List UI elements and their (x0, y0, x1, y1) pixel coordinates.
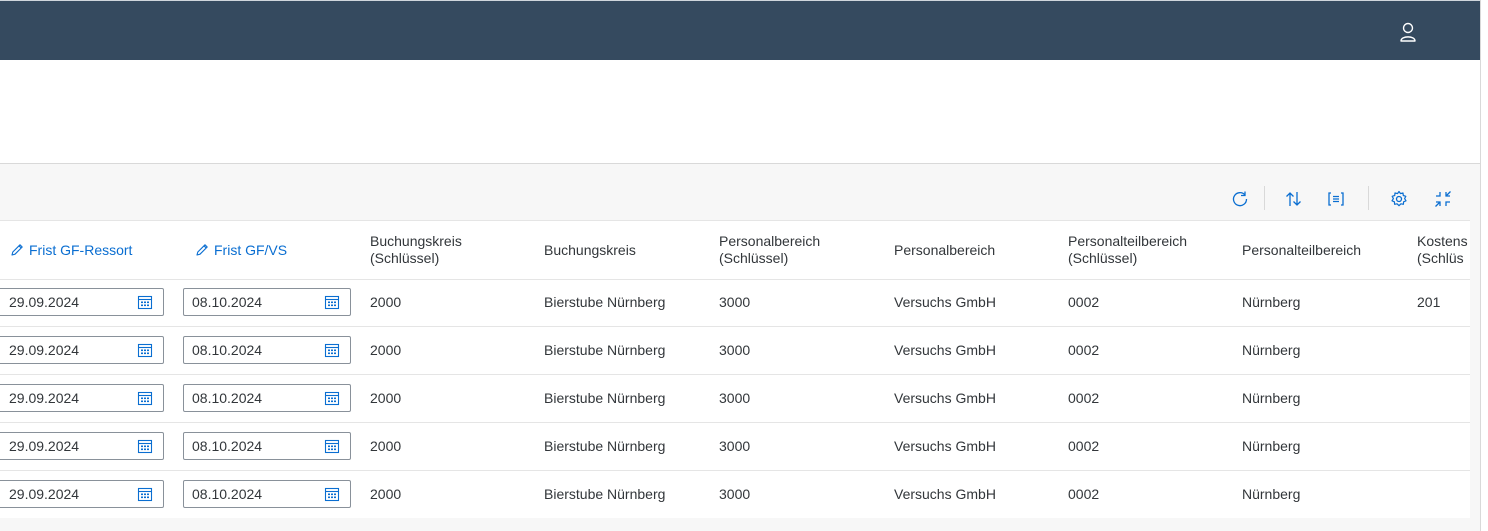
cell-persbereich: Versuchs GmbH (894, 294, 996, 310)
table-row[interactable]: 29.09.2024 08.10.2024 2000 Bierstube Nürnbe… (0, 278, 1470, 327)
calendar-icon[interactable] (137, 438, 153, 454)
date-value[interactable]: 29.09.2024 (0, 390, 137, 406)
frist-gf-vs-input[interactable]: 08.10.2024 (183, 384, 351, 412)
person-icon[interactable] (1393, 20, 1423, 44)
column-header-label: Personalbereich (894, 241, 996, 258)
data-table: Frist GF-Ressort Frist GF/VS Buchungskreis… (0, 220, 1470, 518)
column-header-label: Personalbereich (Schlüssel) (719, 233, 821, 266)
column-header-label: Personalteilbereich (Schlüssel) (1068, 233, 1188, 266)
shell-bar (0, 0, 1480, 61)
cell-bukrs: Bierstube Nürnberg (544, 486, 666, 502)
cell-persbereich-key: 3000 (719, 438, 751, 454)
date-value[interactable]: 08.10.2024 (184, 390, 324, 406)
column-header[interactable]: Kostens (Schlüs (1417, 221, 1468, 279)
date-value[interactable]: 08.10.2024 (184, 438, 324, 454)
frist-gf-vs-input[interactable]: 08.10.2024 (183, 288, 351, 316)
page-header (0, 60, 1480, 164)
cell-persbereich-key: 3000 (719, 486, 751, 502)
cell-bukrs-key: 2000 (370, 390, 402, 406)
cell-persteil-key: 0002 (1068, 390, 1100, 406)
exit-fullscreen-icon[interactable] (1430, 186, 1456, 212)
cell-persbereich-key: 3000 (719, 390, 751, 406)
date-value[interactable]: 29.09.2024 (0, 294, 137, 310)
cell-persteil-key: 0002 (1068, 294, 1100, 310)
column-header-label: Frist GF-Ressort (29, 241, 133, 258)
date-value[interactable]: 08.10.2024 (184, 294, 324, 310)
cell-bukrs-key: 2000 (370, 342, 402, 358)
frist-gf-vs-input[interactable]: 08.10.2024 (183, 480, 351, 508)
column-header[interactable]: Personalteilbereich (1242, 221, 1361, 279)
cell-persteil: Nürnberg (1242, 294, 1301, 310)
cell-persbereich: Versuchs GmbH (894, 390, 996, 406)
table-toolbar (0, 164, 1480, 220)
column-header-label: Buchungskreis (Schlüssel) (370, 233, 462, 266)
cell-persbereich: Versuchs GmbH (894, 486, 996, 502)
cell-persteil: Nürnberg (1242, 438, 1301, 454)
settings-icon[interactable] (1386, 186, 1412, 212)
frist-gf-vs-input[interactable]: 08.10.2024 (183, 432, 351, 460)
cell-bukrs-key: 2000 (370, 438, 402, 454)
date-value[interactable]: 08.10.2024 (184, 342, 324, 358)
cell-bukrs-key: 2000 (370, 294, 402, 310)
frist-gf-vs-input[interactable]: 08.10.2024 (183, 336, 351, 364)
date-value[interactable]: 29.09.2024 (0, 486, 137, 502)
column-header[interactable]: Frist GF-Ressort (10, 221, 132, 279)
table-row[interactable]: 29.09.2024 08.10.2024 2000 Bierstube Nürnbe… (0, 422, 1470, 471)
date-value[interactable]: 29.09.2024 (0, 342, 137, 358)
cell-persteil-key: 0002 (1068, 486, 1100, 502)
cell-persteil: Nürnberg (1242, 390, 1301, 406)
calendar-icon[interactable] (324, 342, 340, 358)
cell-persbereich-key: 3000 (719, 294, 751, 310)
right-edge (1480, 0, 1488, 531)
cell-persteil-key: 0002 (1068, 342, 1100, 358)
column-header[interactable]: Personalbereich (Schlüssel) (719, 221, 820, 279)
group-icon[interactable] (1323, 186, 1349, 212)
table-header: Frist GF-Ressort Frist GF/VS Buchungskreis… (0, 220, 1470, 280)
column-header[interactable]: Personalteilbereich (Schlüssel) (1068, 221, 1187, 279)
column-header-label: Buchungskreis (544, 241, 636, 258)
cell-bukrs: Bierstube Nürnberg (544, 390, 666, 406)
cell-persbereich-key: 3000 (719, 342, 751, 358)
cell-persteil: Nürnberg (1242, 342, 1301, 358)
toolbar-separator (1264, 186, 1265, 210)
cell-bukrs-key: 2000 (370, 486, 402, 502)
date-value[interactable]: 08.10.2024 (184, 486, 324, 502)
cell-persteil-key: 0002 (1068, 438, 1100, 454)
table-row[interactable]: 29.09.2024 08.10.2024 2000 Bierstube Nürnbe… (0, 326, 1470, 375)
cell-persteil: Nürnberg (1242, 486, 1301, 502)
table-row[interactable]: 29.09.2024 08.10.2024 2000 Bierstube Nürnbe… (0, 374, 1470, 423)
frist-gf-ressort-input[interactable]: 29.09.2024 (0, 288, 164, 316)
cell-kosten-key: 201 (1417, 294, 1441, 310)
column-header-label: Frist GF/VS (214, 241, 288, 258)
frist-gf-ressort-input[interactable]: 29.09.2024 (0, 432, 164, 460)
column-header-label: Kostens (Schlüs (1417, 233, 1468, 266)
toolbar-separator (1368, 186, 1369, 210)
column-header[interactable]: Frist GF/VS (195, 221, 287, 279)
table-row[interactable]: 29.09.2024 08.10.2024 2000 Bierstube Nürnbe… (0, 470, 1470, 518)
cell-bukrs: Bierstube Nürnberg (544, 342, 666, 358)
column-header-label: Personalteilbereich (1242, 241, 1362, 258)
calendar-icon[interactable] (324, 294, 340, 310)
calendar-icon[interactable] (324, 390, 340, 406)
calendar-icon[interactable] (137, 342, 153, 358)
calendar-icon[interactable] (137, 486, 153, 502)
column-header[interactable]: Personalbereich (894, 221, 995, 279)
sort-icon[interactable] (1281, 186, 1307, 212)
frist-gf-ressort-input[interactable]: 29.09.2024 (0, 480, 164, 508)
column-header[interactable]: Buchungskreis (544, 221, 636, 279)
calendar-icon[interactable] (324, 486, 340, 502)
frist-gf-ressort-input[interactable]: 29.09.2024 (0, 336, 164, 364)
cell-bukrs: Bierstube Nürnberg (544, 294, 666, 310)
column-header[interactable]: Buchungskreis (Schlüssel) (370, 221, 462, 279)
cell-persbereich: Versuchs GmbH (894, 342, 996, 358)
calendar-icon[interactable] (324, 438, 340, 454)
cell-persbereich: Versuchs GmbH (894, 438, 996, 454)
calendar-icon[interactable] (137, 294, 153, 310)
frist-gf-ressort-input[interactable]: 29.09.2024 (0, 384, 164, 412)
table-container: Frist GF-Ressort Frist GF/VS Buchungskreis… (0, 164, 1480, 531)
date-value[interactable]: 29.09.2024 (0, 438, 137, 454)
calendar-icon[interactable] (137, 390, 153, 406)
cell-bukrs: Bierstube Nürnberg (544, 438, 666, 454)
refresh-icon[interactable] (1227, 186, 1253, 212)
